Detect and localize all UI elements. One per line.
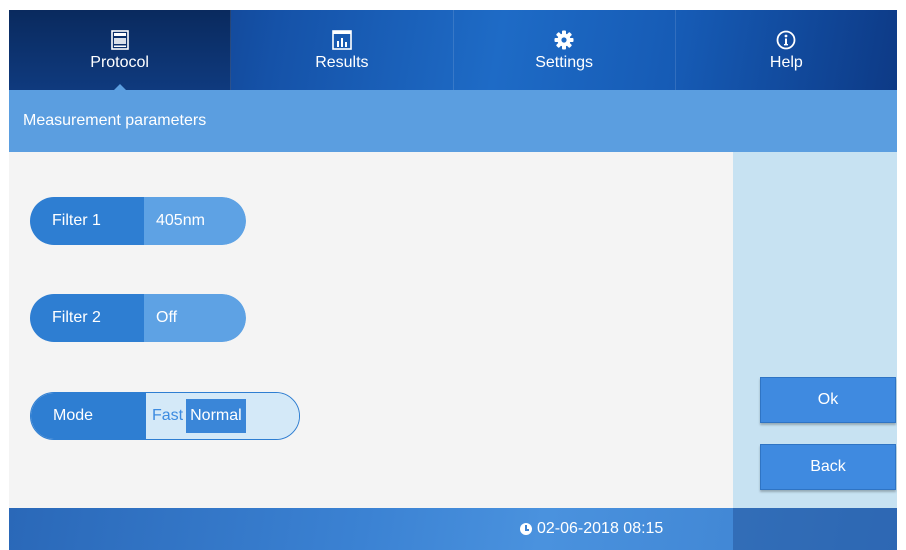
clock-icon [520,523,532,535]
tab-results-label: Results [315,53,369,71]
results-chart-icon [331,29,353,51]
filter2-selector[interactable]: Filter 2 Off [30,294,246,342]
app-frame: Protocol Results Settings Help Measureme… [9,10,897,550]
protocol-icon [109,29,131,51]
datetime-text: 02-06-2018 08:15 [537,520,664,537]
mode-option-fast[interactable]: Fast [146,399,186,433]
back-button[interactable]: Back [760,444,896,490]
tab-settings[interactable]: Settings [454,10,676,90]
filter1-label: Filter 1 [30,197,144,245]
mode-option-normal[interactable]: Normal [186,399,246,433]
status-bar-side-shade [733,508,897,550]
tab-protocol[interactable]: Protocol [9,10,232,91]
tab-results[interactable]: Results [231,10,454,90]
info-icon [775,29,797,51]
datetime-display: 02-06-2018 08:15 [520,508,663,550]
section-title: Measurement parameters [23,112,207,129]
parameters-panel: Filter 1 405nm Filter 2 Off Mode Fast No… [9,152,733,508]
mode-selector: Mode Fast Normal [30,392,300,440]
tab-settings-label: Settings [535,53,594,71]
tab-help[interactable]: Help [676,10,897,90]
section-header: Measurement parameters [9,90,897,152]
status-bar: 02-06-2018 08:15 [9,508,897,550]
mode-label: Mode [31,393,146,439]
gear-icon [553,29,575,51]
ok-button[interactable]: Ok [760,377,896,423]
filter1-selector[interactable]: Filter 1 405nm [30,197,246,245]
mode-segmented-control: Fast Normal [146,393,299,439]
tab-protocol-label: Protocol [90,53,149,71]
tab-help-label: Help [769,53,803,71]
filter2-label: Filter 2 [30,294,144,342]
filter2-value[interactable]: Off [144,294,246,342]
filter1-value[interactable]: 405nm [144,197,246,245]
top-navigation: Protocol Results Settings Help [9,10,897,91]
